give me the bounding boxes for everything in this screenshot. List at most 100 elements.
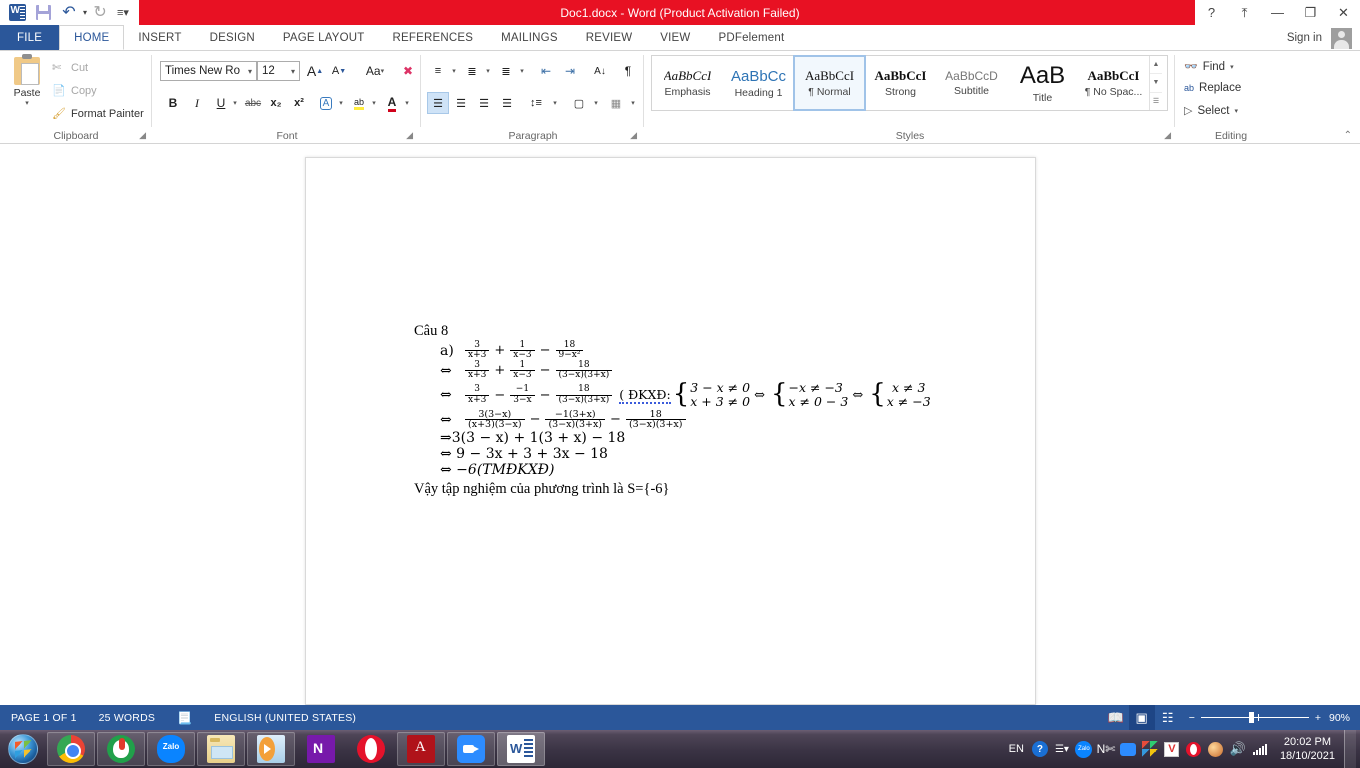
- select-button[interactable]: ▷ Select ▾: [1184, 104, 1238, 118]
- styles-scrollbar[interactable]: ▲ ▼ ☰: [1149, 56, 1162, 110]
- bullets-dropdown-icon[interactable]: ▾: [448, 61, 460, 81]
- ccleaner-tray-icon[interactable]: [1205, 730, 1227, 768]
- tab-view[interactable]: VIEW: [646, 25, 704, 50]
- select-dropdown-icon[interactable]: ▾: [1234, 107, 1238, 115]
- word-count[interactable]: 25 WORDS: [88, 712, 166, 724]
- replace-button[interactable]: ab Replace: [1184, 82, 1241, 94]
- show-desktop-button[interactable]: [1344, 730, 1356, 768]
- start-button[interactable]: [1, 732, 45, 766]
- line-spacing-icon[interactable]: ↕≡: [526, 93, 546, 113]
- grow-font-button[interactable]: A ▲: [305, 61, 325, 81]
- zoom-level[interactable]: 90%: [1329, 712, 1360, 724]
- opera-tray-icon[interactable]: [1183, 730, 1205, 768]
- font-name-combo[interactable]: Times New Ro ▾: [160, 61, 257, 81]
- style-item-no-spacing[interactable]: AaBbCcI ¶ No Spac...: [1078, 56, 1149, 110]
- help-tray-icon[interactable]: ?: [1029, 730, 1051, 768]
- zalo-tray-icon[interactable]: Zalo: [1073, 730, 1095, 768]
- styles-scroll-down-icon[interactable]: ▼: [1150, 74, 1162, 93]
- tab-design[interactable]: DESIGN: [196, 25, 269, 50]
- text-effects-dropdown-icon[interactable]: ▾: [335, 93, 347, 113]
- font-dialog-launcher[interactable]: ◢: [406, 130, 413, 141]
- document-canvas[interactable]: Câu 8 a) 3 x+3 + 1 x−3 − 18 9−x² ⇔ 3 x+3…: [0, 144, 1360, 705]
- taskbar-item-adobe-reader[interactable]: [397, 732, 445, 766]
- styles-more-icon[interactable]: ☰: [1150, 93, 1162, 110]
- format-painter-button[interactable]: 🖌 Format Painter: [52, 107, 144, 121]
- decrease-indent-icon[interactable]: ⇤: [536, 61, 556, 81]
- read-mode-icon[interactable]: 📖: [1103, 705, 1129, 730]
- restore-button[interactable]: ❐: [1294, 0, 1327, 25]
- superscript-button[interactable]: x²: [289, 93, 309, 113]
- taskbar-item-file-explorer[interactable]: [197, 732, 245, 766]
- chevron-down-icon[interactable]: ▾: [248, 67, 252, 76]
- taskbar-item-chrome[interactable]: [47, 732, 95, 766]
- taskbar-item-opera[interactable]: [347, 732, 395, 766]
- italic-button[interactable]: I: [187, 93, 207, 113]
- align-left-icon[interactable]: ☰: [427, 92, 449, 114]
- zoom-thumb[interactable]: [1248, 712, 1254, 723]
- proofing-errors-icon[interactable]: 📃: [166, 711, 203, 725]
- multilevel-dropdown-icon[interactable]: ▾: [516, 61, 528, 81]
- chevron-down-icon[interactable]: ▾: [291, 67, 295, 76]
- tab-file[interactable]: FILE: [0, 25, 60, 50]
- align-right-icon[interactable]: ☰: [474, 93, 494, 113]
- multilevel-list-icon[interactable]: ≣: [496, 61, 516, 81]
- language-indicator[interactable]: ENGLISH (UNITED STATES): [203, 712, 367, 724]
- taskbar-item-zalo[interactable]: [147, 732, 195, 766]
- sort-icon[interactable]: A↓: [590, 61, 610, 81]
- copy-button[interactable]: 📄 Copy: [52, 84, 97, 98]
- subscript-button[interactable]: x₂: [266, 93, 286, 113]
- underline-button[interactable]: U: [211, 93, 231, 113]
- strikethrough-button[interactable]: abc: [243, 93, 263, 113]
- style-item-heading-1[interactable]: AaBbCс Heading 1: [723, 56, 794, 110]
- zoom-out-button[interactable]: −: [1189, 712, 1195, 724]
- taskbar-item-media-player[interactable]: [247, 732, 295, 766]
- web-layout-icon[interactable]: ☷: [1155, 705, 1181, 730]
- network-icon[interactable]: [1249, 730, 1271, 768]
- colors-tray-icon[interactable]: [1139, 730, 1161, 768]
- shrink-font-button[interactable]: A ▼: [329, 61, 349, 81]
- sign-in-link[interactable]: Sign in: [1287, 25, 1322, 51]
- tab-pdfelement[interactable]: PDFelement: [704, 25, 798, 50]
- show-hidden-icons-icon[interactable]: ☰▾: [1051, 730, 1073, 768]
- style-item-subtitle[interactable]: AaBbCcD Subtitle: [936, 56, 1007, 110]
- paste-button[interactable]: Paste ▾: [8, 54, 46, 107]
- align-center-icon[interactable]: ☰: [451, 93, 471, 113]
- font-color-dropdown-icon[interactable]: ▾: [401, 93, 413, 113]
- v-app-tray-icon[interactable]: V: [1161, 730, 1183, 768]
- clipboard-dialog-launcher[interactable]: ◢: [139, 130, 146, 141]
- style-item-normal[interactable]: AaBbCcI ¶ Normal: [793, 55, 866, 111]
- taskbar-item-zoom[interactable]: [447, 732, 495, 766]
- style-item-title[interactable]: AaB Title: [1007, 56, 1078, 110]
- text-effects-icon[interactable]: A: [316, 93, 336, 113]
- bullets-icon[interactable]: ≡: [428, 61, 448, 81]
- underline-dropdown-icon[interactable]: ▾: [229, 93, 241, 113]
- zoom-track[interactable]: [1200, 712, 1309, 723]
- shading-dropdown-icon[interactable]: ▾: [590, 93, 602, 113]
- borders-dropdown-icon[interactable]: ▾: [627, 93, 639, 113]
- collapse-ribbon-icon[interactable]: ⌃: [1344, 130, 1352, 141]
- tab-page-layout[interactable]: PAGE LAYOUT: [269, 25, 379, 50]
- tab-references[interactable]: REFERENCES: [379, 25, 488, 50]
- bold-button[interactable]: B: [163, 93, 183, 113]
- taskbar-item-word[interactable]: [497, 732, 545, 766]
- taskbar-item-onenote[interactable]: [297, 732, 345, 766]
- justify-icon[interactable]: ☰: [497, 93, 517, 113]
- cut-button[interactable]: ✄ Cut: [52, 61, 88, 75]
- page-indicator[interactable]: PAGE 1 OF 1: [0, 712, 88, 724]
- minimize-button[interactable]: —: [1261, 0, 1294, 25]
- highlight-icon[interactable]: ab: [349, 93, 369, 113]
- font-color-icon[interactable]: A: [382, 93, 402, 113]
- clear-formatting-icon[interactable]: ✖: [398, 61, 418, 81]
- zoom-tray-icon[interactable]: [1117, 730, 1139, 768]
- document-page[interactable]: Câu 8 a) 3 x+3 + 1 x−3 − 18 9−x² ⇔ 3 x+3…: [305, 157, 1036, 705]
- borders-icon[interactable]: ▦: [606, 93, 626, 113]
- language-indicator-tray[interactable]: EN: [1004, 743, 1029, 755]
- tab-insert[interactable]: INSERT: [124, 25, 195, 50]
- show-formatting-marks-icon[interactable]: ¶: [618, 61, 638, 81]
- numbering-dropdown-icon[interactable]: ▾: [482, 61, 494, 81]
- print-layout-icon[interactable]: ▣: [1128, 705, 1155, 730]
- highlight-dropdown-icon[interactable]: ▾: [368, 93, 380, 113]
- find-button[interactable]: 👓 Find ▾: [1184, 60, 1234, 74]
- style-item-strong[interactable]: AaBbCcI Strong: [865, 56, 936, 110]
- style-item-emphasis[interactable]: AaBbCcI Emphasis: [652, 56, 723, 110]
